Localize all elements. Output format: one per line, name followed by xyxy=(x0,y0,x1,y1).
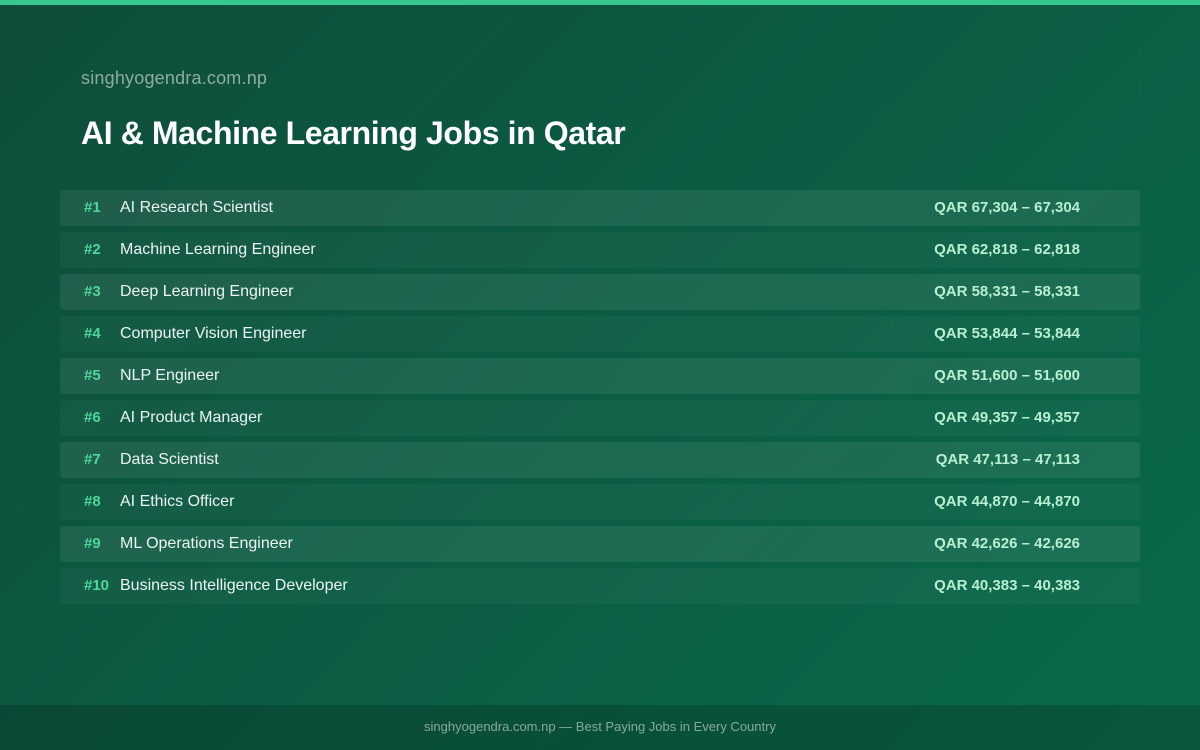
site-url: singhyogendra.com.np xyxy=(81,68,268,88)
job-rank: #8 xyxy=(84,493,101,510)
job-salary: QAR 62,818 – 62,818 xyxy=(934,241,1080,258)
job-rank: #4 xyxy=(84,325,101,342)
page-title: AI & Machine Learning Jobs in Qatar xyxy=(81,115,626,151)
job-title: ML Operations Engineer xyxy=(120,535,293,552)
job-row: #8 AI Ethics Officer QAR 44,870 – 44,870 xyxy=(60,484,1140,520)
job-rank: #3 xyxy=(84,283,101,300)
job-rank: #10 xyxy=(84,577,110,594)
job-title: Deep Learning Engineer xyxy=(120,283,294,300)
job-title: Machine Learning Engineer xyxy=(120,241,316,258)
job-title: AI Research Scientist xyxy=(120,199,273,216)
job-row: #4 Computer Vision Engineer QAR 53,844 –… xyxy=(60,316,1140,352)
job-salary: QAR 49,357 – 49,357 xyxy=(934,409,1080,426)
job-title: Data Scientist xyxy=(120,451,219,468)
job-salary: QAR 47,113 – 47,113 xyxy=(935,451,1080,468)
page-footer: singhyogendra.com.np — Best Paying Jobs … xyxy=(0,705,1200,750)
job-rank: #2 xyxy=(84,241,101,258)
job-row: #1 AI Research Scientist QAR 67,304 – 67… xyxy=(60,190,1140,226)
job-row: #7 Data Scientist QAR 47,113 – 47,113 xyxy=(60,442,1140,478)
job-title: NLP Engineer xyxy=(120,367,220,384)
job-rank: #7 xyxy=(84,451,101,468)
job-salary: QAR 44,870 – 44,870 xyxy=(934,493,1080,510)
job-salary: QAR 53,844 – 53,844 xyxy=(934,325,1080,342)
job-row: #5 NLP Engineer QAR 51,600 – 51,600 xyxy=(60,358,1140,394)
job-salary: QAR 67,304 – 67,304 xyxy=(934,199,1080,216)
job-salary: QAR 40,383 – 40,383 xyxy=(934,577,1080,594)
job-title: AI Ethics Officer xyxy=(120,493,235,510)
job-salary: QAR 42,626 – 42,626 xyxy=(934,535,1080,552)
job-row: #3 Deep Learning Engineer QAR 58,331 – 5… xyxy=(60,274,1140,310)
top-accent-bar xyxy=(0,0,1200,5)
job-salary: QAR 58,331 – 58,331 xyxy=(934,283,1080,300)
job-row: #9 ML Operations Engineer QAR 42,626 – 4… xyxy=(60,526,1140,562)
job-rank: #1 xyxy=(84,199,101,216)
job-rank: #5 xyxy=(84,367,101,384)
job-salary: QAR 51,600 – 51,600 xyxy=(934,367,1080,384)
job-rank: #6 xyxy=(84,409,101,426)
job-row: #10 Business Intelligence Developer QAR … xyxy=(60,568,1140,604)
job-row: #6 AI Product Manager QAR 49,357 – 49,35… xyxy=(60,400,1140,436)
job-title: AI Product Manager xyxy=(120,409,263,426)
job-title: Computer Vision Engineer xyxy=(120,325,307,342)
job-row: #2 Machine Learning Engineer QAR 62,818 … xyxy=(60,232,1140,268)
job-rank: #9 xyxy=(84,535,101,552)
jobs-list: #1 AI Research Scientist QAR 67,304 – 67… xyxy=(60,190,1140,610)
job-title: Business Intelligence Developer xyxy=(120,577,348,594)
